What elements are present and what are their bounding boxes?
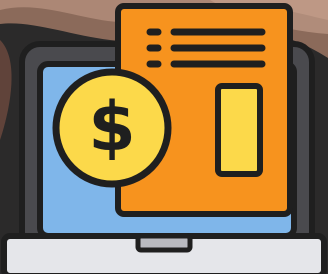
- laptop-invoice-payment-icon: $: [0, 0, 328, 274]
- laptop-hinge-notch: [135, 233, 193, 253]
- laptop-base-icon: [1, 233, 327, 274]
- dollar-coin-icon: $: [52, 68, 172, 188]
- illustration-canvas: $: [0, 0, 328, 274]
- currency-symbol: $: [88, 88, 135, 167]
- document-total-box: [215, 83, 263, 177]
